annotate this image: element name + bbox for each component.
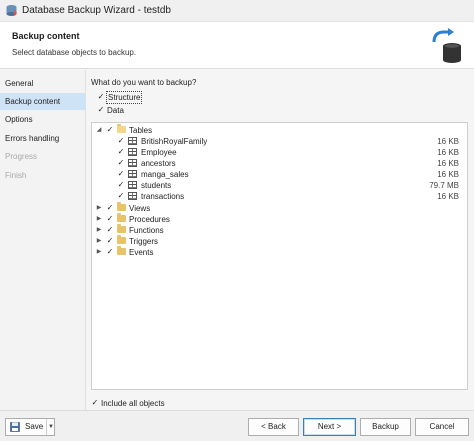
question-label: What do you want to backup?	[91, 78, 197, 87]
tables-checkbox[interactable]: ✓	[106, 126, 114, 134]
table-row[interactable]: ✓ students 79.7 MB	[92, 180, 467, 191]
folder-icon	[117, 246, 126, 255]
nav-finish: Finish	[5, 171, 27, 180]
expand-arrow-icon[interactable]: ▶	[95, 214, 103, 225]
save-button[interactable]: Save ▼	[5, 418, 55, 436]
database-backup-icon	[432, 28, 461, 63]
triggers-checkbox[interactable]: ✓	[106, 237, 114, 245]
save-label: Save	[25, 422, 44, 431]
cancel-button[interactable]: Cancel	[415, 418, 469, 436]
collapse-arrow-icon[interactable]: ◢	[95, 125, 103, 136]
table-row[interactable]: ✓ transactions 16 KB	[92, 191, 467, 202]
table-checkbox[interactable]: ✓	[117, 192, 125, 200]
table-size: 16 KB	[437, 159, 459, 168]
views-label: Views	[129, 204, 151, 213]
tree-node-functions[interactable]: ▶ ✓ Functions	[92, 224, 467, 236]
events-label: Events	[129, 248, 154, 257]
nav-backup-content[interactable]: Backup content	[0, 93, 86, 110]
table-row[interactable]: ✓ ancestors 16 KB	[92, 158, 467, 169]
page-subtitle: Select database objects to backup.	[12, 48, 137, 57]
window-title: Database Backup Wizard - testdb	[22, 5, 171, 16]
functions-label: Functions	[129, 226, 164, 235]
procedures-checkbox[interactable]: ✓	[106, 215, 114, 223]
table-name: BritishRoyalFamily	[141, 137, 208, 146]
table-checkbox[interactable]: ✓	[117, 170, 125, 178]
folder-icon	[117, 235, 126, 244]
views-checkbox[interactable]: ✓	[106, 204, 114, 212]
table-checkbox[interactable]: ✓	[117, 159, 125, 167]
expand-arrow-icon[interactable]: ▶	[95, 203, 103, 214]
back-button[interactable]: < Back	[248, 418, 299, 436]
table-name: students	[141, 181, 172, 190]
events-checkbox[interactable]: ✓	[106, 248, 114, 256]
tree-node-events[interactable]: ▶ ✓ Events	[92, 246, 467, 258]
table-checkbox[interactable]: ✓	[117, 181, 125, 189]
chevron-down-icon[interactable]: ▼	[46, 419, 55, 435]
functions-checkbox[interactable]: ✓	[106, 226, 114, 234]
page-title: Backup content	[12, 31, 80, 41]
floppy-disk-icon	[10, 422, 20, 432]
table-name: ancestors	[141, 159, 176, 168]
wizard-footer: Save ▼ < Back Next > Backup Cancel	[0, 410, 474, 441]
table-size: 16 KB	[437, 170, 459, 179]
tree-node-triggers[interactable]: ▶ ✓ Triggers	[92, 235, 467, 247]
table-name: manga_sales	[141, 170, 189, 179]
expand-arrow-icon[interactable]: ▶	[95, 247, 103, 258]
table-checkbox[interactable]: ✓	[117, 137, 125, 145]
nav-options[interactable]: Options	[0, 111, 86, 128]
include-all-checkbox[interactable]: ✓	[91, 399, 99, 407]
table-icon	[128, 159, 137, 167]
folder-open-icon	[117, 124, 126, 133]
table-size: 16 KB	[437, 137, 459, 146]
table-icon	[128, 181, 137, 189]
nav-errors-handling[interactable]: Errors handling	[0, 130, 86, 147]
tree-node-procedures[interactable]: ▶ ✓ Procedures	[92, 213, 467, 225]
table-size: 16 KB	[437, 192, 459, 201]
tree-node-tables[interactable]: ◢ ✓ Tables	[92, 124, 467, 136]
procedures-label: Procedures	[129, 215, 170, 224]
table-size: 79.7 MB	[429, 181, 459, 190]
expand-arrow-icon[interactable]: ▶	[95, 225, 103, 236]
nav-progress: Progress	[5, 152, 38, 161]
data-label: Data	[107, 106, 124, 115]
backup-button[interactable]: Backup	[360, 418, 411, 436]
structure-checkbox[interactable]: ✓	[97, 93, 105, 101]
table-icon	[128, 148, 137, 156]
next-button[interactable]: Next >	[303, 418, 356, 436]
wizard-sidebar: General Backup content Options Errors ha…	[0, 70, 86, 410]
folder-icon	[117, 202, 126, 211]
table-checkbox[interactable]: ✓	[117, 148, 125, 156]
tree-node-views[interactable]: ▶ ✓ Views	[92, 202, 467, 214]
title-bar: Database Backup Wizard - testdb	[0, 0, 474, 22]
table-name: transactions	[141, 192, 185, 201]
table-icon	[128, 192, 137, 200]
triggers-label: Triggers	[129, 237, 159, 246]
table-row[interactable]: ✓ manga_sales 16 KB	[92, 169, 467, 180]
folder-icon	[117, 224, 126, 233]
structure-label: Structure	[105, 91, 143, 104]
main-content: What do you want to backup? ✓ Structure …	[86, 70, 474, 410]
folder-icon	[117, 213, 126, 222]
table-icon	[128, 170, 137, 178]
table-row[interactable]: ✓ BritishRoyalFamily 16 KB	[92, 136, 467, 147]
include-all-label: Include all objects	[101, 399, 165, 408]
app-icon	[6, 5, 17, 16]
nav-general[interactable]: General	[0, 75, 86, 92]
expand-arrow-icon[interactable]: ▶	[95, 236, 103, 247]
wizard-header: Backup content Select database objects t…	[0, 22, 474, 69]
object-tree[interactable]: ◢ ✓ Tables ✓ BritishRoyalFamily 16 KB ✓ …	[91, 122, 468, 390]
table-size: 16 KB	[437, 148, 459, 157]
tables-label: Tables	[129, 126, 153, 135]
table-name: Employee	[141, 148, 177, 157]
data-checkbox[interactable]: ✓	[97, 106, 105, 114]
table-icon	[128, 137, 137, 145]
table-row[interactable]: ✓ Employee 16 KB	[92, 147, 467, 158]
